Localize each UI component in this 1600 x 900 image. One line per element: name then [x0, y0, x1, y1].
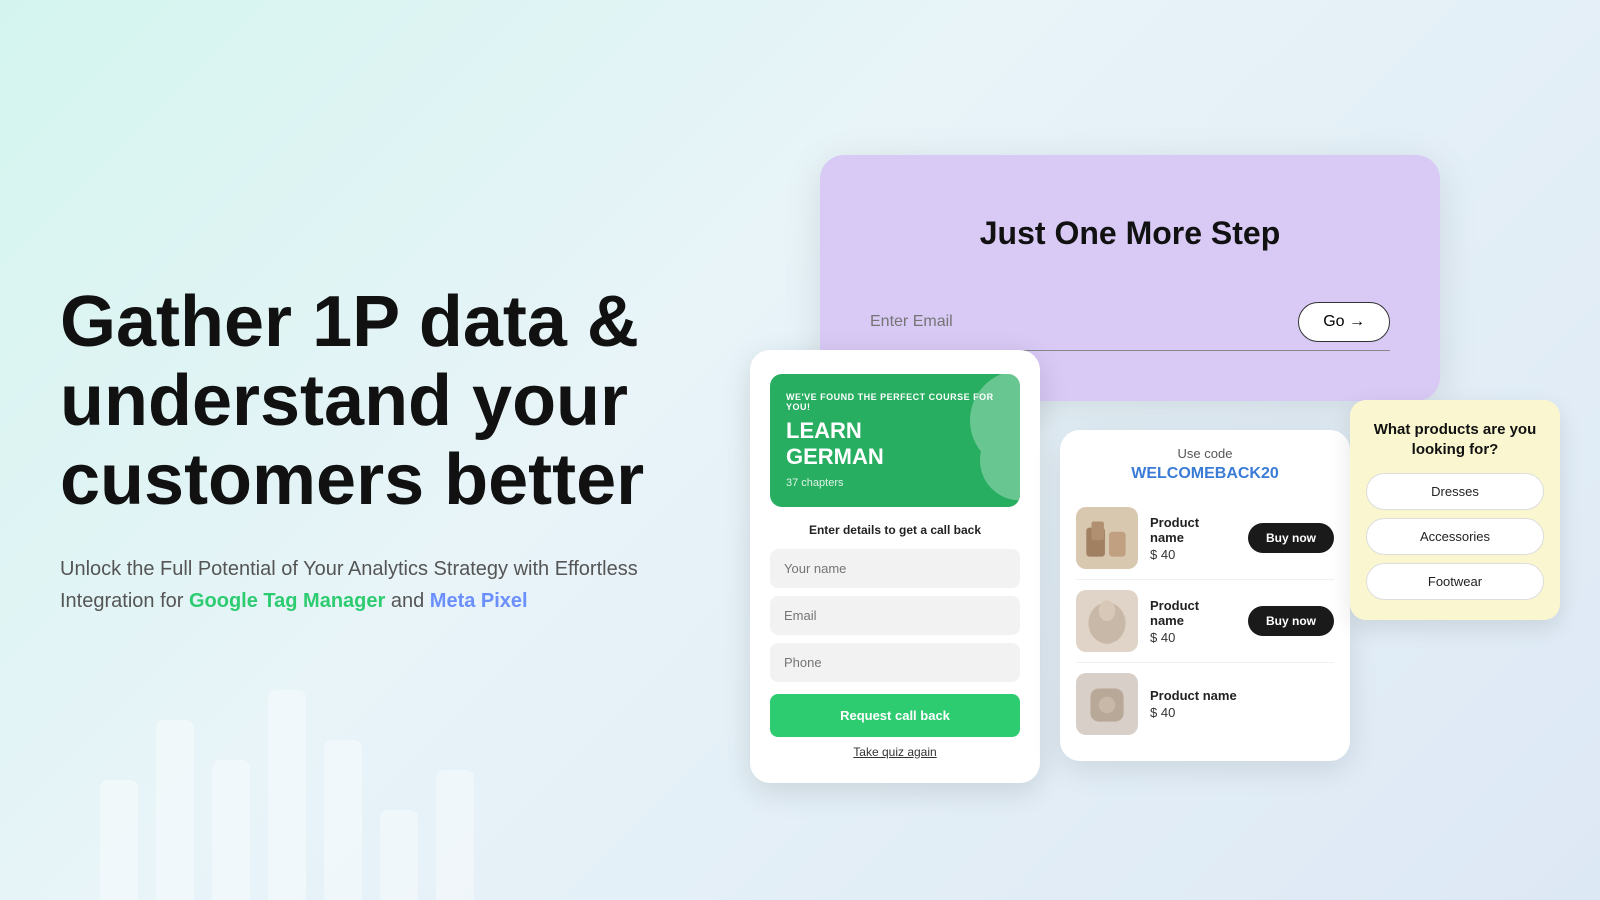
col-bar-1	[100, 780, 138, 900]
right-section: Just One More Step Go → WE'VE FOUND THE …	[740, 0, 1600, 900]
course-waves-icon	[940, 374, 1020, 507]
buy-button-1[interactable]: Buy now	[1248, 523, 1334, 553]
product-info-2: Product name $ 40	[1150, 598, 1236, 645]
product-thumb-3	[1076, 673, 1138, 735]
email-input[interactable]	[870, 313, 1282, 331]
product-item-1: Product name $ 40 Buy now	[1076, 497, 1334, 580]
product-card: Use code WELCOMEBACK20 Product name $ 40…	[1060, 430, 1350, 761]
option-footwear[interactable]: Footwear	[1366, 563, 1544, 600]
product-name-2: Product name	[1150, 598, 1236, 628]
email-card-title: Just One More Step	[870, 215, 1390, 252]
use-code-label: Use code	[1076, 446, 1334, 461]
left-section: Gather 1P data & understand your custome…	[60, 283, 700, 617]
product-image-3-icon	[1076, 673, 1138, 735]
product-image-2-icon	[1076, 590, 1138, 652]
product-item-2: Product name $ 40 Buy now	[1076, 580, 1334, 663]
product-name-1: Product name	[1150, 515, 1236, 545]
product-info-1: Product name $ 40	[1150, 515, 1236, 562]
callback-subtitle: Enter details to get a call back	[770, 523, 1020, 537]
decorative-columns	[100, 690, 474, 900]
product-image-1-icon	[1076, 507, 1138, 569]
col-bar-4	[268, 690, 306, 900]
col-bar-7	[436, 770, 474, 900]
take-quiz-link[interactable]: Take quiz again	[770, 745, 1020, 759]
sub-text: Unlock the Full Potential of Your Analyt…	[60, 553, 660, 617]
product-thumb-1	[1076, 507, 1138, 569]
option-dresses[interactable]: Dresses	[1366, 473, 1544, 510]
col-bar-3	[212, 760, 250, 900]
col-bar-6	[380, 810, 418, 900]
product-item-3: Product name $ 40	[1076, 663, 1334, 745]
product-info-3: Product name $ 40	[1150, 688, 1334, 720]
product-price-3: $ 40	[1150, 705, 1334, 720]
product-name-3: Product name	[1150, 688, 1334, 703]
col-bar-2	[156, 720, 194, 900]
main-heading: Gather 1P data & understand your custome…	[60, 283, 700, 521]
go-button[interactable]: Go →	[1298, 302, 1390, 342]
email-input-row: Go →	[870, 302, 1390, 351]
col-bar-5	[324, 740, 362, 900]
product-thumb-2	[1076, 590, 1138, 652]
meta-link[interactable]: Meta Pixel	[430, 590, 528, 612]
product-price-2: $ 40	[1150, 630, 1236, 645]
subtext-mid: and	[385, 590, 429, 612]
phone-field[interactable]	[770, 643, 1020, 682]
email-field[interactable]	[770, 596, 1020, 635]
promo-code: WELCOMEBACK20	[1076, 465, 1334, 483]
what-products-card: What products are you looking for? Dress…	[1350, 400, 1560, 620]
name-field[interactable]	[770, 549, 1020, 588]
what-products-title: What products are you looking for?	[1366, 420, 1544, 459]
request-callback-button[interactable]: Request call back	[770, 694, 1020, 737]
course-banner: WE'VE FOUND THE PERFECT COURSE FOR YOU! …	[770, 374, 1020, 507]
buy-button-2[interactable]: Buy now	[1248, 606, 1334, 636]
option-accessories[interactable]: Accessories	[1366, 518, 1544, 555]
callback-card: WE'VE FOUND THE PERFECT COURSE FOR YOU! …	[750, 350, 1040, 783]
product-price-1: $ 40	[1150, 547, 1236, 562]
gtm-link[interactable]: Google Tag Manager	[189, 590, 385, 612]
